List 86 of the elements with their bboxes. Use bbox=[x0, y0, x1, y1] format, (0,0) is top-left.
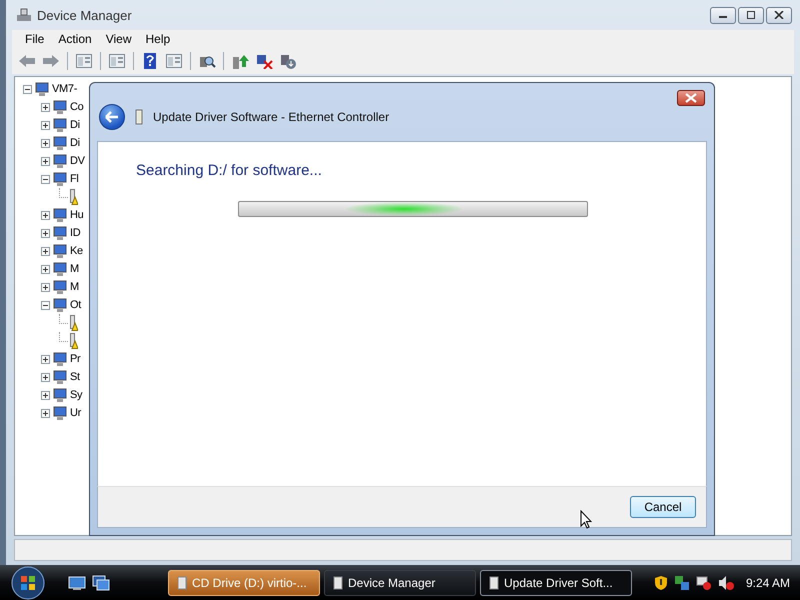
device-icon bbox=[52, 117, 68, 133]
minimize-button[interactable] bbox=[710, 6, 736, 24]
status-heading: Searching D:/ for software... bbox=[136, 162, 322, 179]
device-icon bbox=[52, 261, 68, 277]
tree-item[interactable]: Pr bbox=[70, 353, 80, 365]
expander-icon[interactable] bbox=[41, 282, 50, 292]
device-icon bbox=[52, 153, 68, 169]
expander-icon[interactable] bbox=[41, 210, 50, 220]
expander-icon[interactable] bbox=[41, 174, 50, 184]
expander-icon[interactable] bbox=[41, 264, 50, 274]
window-icon bbox=[489, 576, 499, 590]
expander-icon[interactable] bbox=[41, 408, 50, 418]
expander-icon[interactable] bbox=[41, 156, 50, 166]
properties-button[interactable] bbox=[106, 53, 128, 69]
tree-item[interactable]: ID bbox=[70, 227, 80, 239]
tree-item[interactable]: M bbox=[70, 263, 79, 275]
tree-item[interactable]: Ur bbox=[70, 407, 82, 419]
dialog-title: Update Driver Software - Ethernet Controller bbox=[153, 110, 390, 124]
window-title: Device Manager bbox=[37, 8, 132, 22]
shield-icon[interactable] bbox=[654, 574, 668, 590]
tree-item[interactable]: DV bbox=[70, 155, 85, 167]
device-icon bbox=[52, 351, 68, 367]
tree-item[interactable]: Di bbox=[70, 119, 80, 131]
device-icon bbox=[52, 297, 68, 313]
show-desktop-icon[interactable] bbox=[68, 574, 86, 590]
expander-icon[interactable] bbox=[41, 138, 50, 148]
expander-icon[interactable] bbox=[23, 84, 32, 94]
menu-item[interactable]: Action bbox=[51, 32, 99, 46]
menu-item[interactable]: File bbox=[18, 32, 52, 46]
tree-item[interactable]: Ke bbox=[70, 245, 83, 257]
back-arrow-icon bbox=[105, 111, 119, 123]
back-button[interactable] bbox=[99, 104, 125, 130]
tree-item[interactable]: Co bbox=[70, 101, 84, 113]
expander-icon[interactable] bbox=[41, 228, 50, 238]
device-icon bbox=[52, 369, 68, 385]
tree-item[interactable]: Fl bbox=[70, 173, 79, 185]
device-icon bbox=[52, 135, 68, 151]
warning-device-icon bbox=[70, 315, 78, 331]
tree-item[interactable]: M bbox=[70, 281, 79, 293]
taskbar-button[interactable]: CD Drive (D:) virtio-... bbox=[168, 570, 320, 596]
taskbar-button[interactable]: Device Manager bbox=[324, 570, 476, 596]
cancel-button[interactable]: Cancel bbox=[630, 496, 696, 518]
expander-icon[interactable] bbox=[41, 246, 50, 256]
mouse-cursor-icon bbox=[580, 510, 592, 529]
expander-icon[interactable] bbox=[41, 300, 50, 310]
close-icon bbox=[685, 93, 697, 103]
network-icon[interactable] bbox=[674, 574, 690, 590]
device-icon bbox=[52, 243, 68, 259]
window-icon bbox=[177, 576, 187, 590]
tree-item[interactable]: Ot bbox=[70, 299, 82, 311]
close-button[interactable] bbox=[677, 90, 705, 106]
warning-device-icon bbox=[70, 333, 78, 349]
tree-item[interactable]: VM7- bbox=[52, 83, 78, 95]
tree-item[interactable]: Hu bbox=[70, 209, 84, 221]
device-icon bbox=[52, 225, 68, 241]
expander-icon[interactable] bbox=[41, 390, 50, 400]
device-icon bbox=[52, 99, 68, 115]
tree-pane-button[interactable] bbox=[73, 53, 95, 69]
device-manager-icon bbox=[16, 7, 32, 23]
device-icon bbox=[52, 387, 68, 403]
maximize-button[interactable] bbox=[738, 6, 764, 24]
network-error-icon[interactable] bbox=[696, 574, 712, 590]
clock: 9:24 AM bbox=[746, 576, 790, 590]
volume-muted-icon[interactable] bbox=[718, 574, 734, 590]
close-button[interactable] bbox=[766, 6, 792, 24]
window-icon bbox=[333, 576, 343, 590]
device-icon bbox=[52, 207, 68, 223]
expander-icon[interactable] bbox=[41, 372, 50, 382]
menu-item[interactable]: View bbox=[98, 32, 138, 46]
expander-icon[interactable] bbox=[41, 354, 50, 364]
switch-windows-icon[interactable] bbox=[92, 574, 110, 590]
menu-item[interactable]: Help bbox=[138, 32, 178, 46]
maximize-icon bbox=[746, 11, 756, 19]
device-icon bbox=[34, 81, 50, 97]
ethernet-icon bbox=[135, 109, 143, 125]
tree-item[interactable]: St bbox=[70, 371, 80, 383]
device-icon bbox=[52, 171, 68, 187]
expander-icon[interactable] bbox=[41, 102, 50, 112]
expander-icon[interactable] bbox=[41, 120, 50, 130]
device-icon bbox=[52, 405, 68, 421]
taskbar-button[interactable]: Update Driver Soft... bbox=[480, 570, 632, 596]
device-icon bbox=[52, 279, 68, 295]
tree-item[interactable]: Di bbox=[70, 137, 80, 149]
tree-item[interactable]: Sy bbox=[70, 389, 82, 401]
close-icon bbox=[774, 11, 784, 19]
warning-device-icon bbox=[70, 189, 78, 205]
